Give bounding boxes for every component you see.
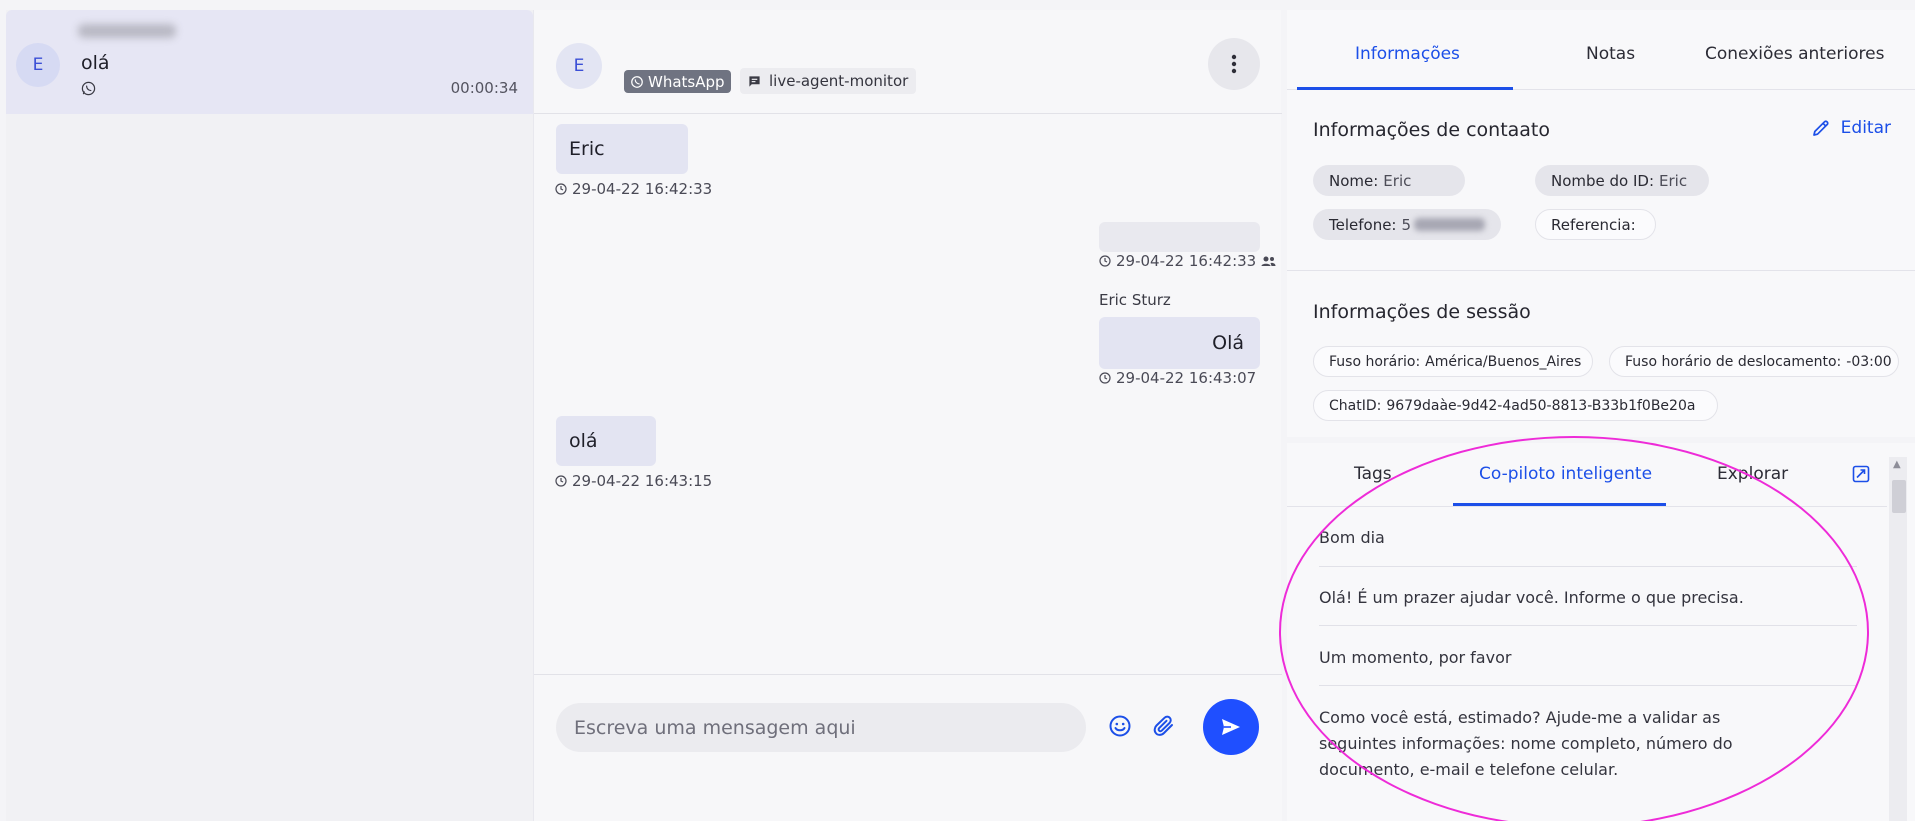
whatsapp-icon: [81, 81, 96, 96]
message-bubble-outgoing: [1099, 222, 1260, 252]
scrollbar-thumb[interactable]: [1892, 480, 1906, 513]
tab-informacoes[interactable]: Informações: [1355, 44, 1460, 64]
conversation-item[interactable]: E olá 00:00:34: [6, 10, 533, 114]
avatar: E: [556, 43, 602, 89]
field-key: Telefone:: [1329, 215, 1397, 234]
session-field-chatid: ChatID: 9679daàe-9d42-4ad50-8813-B33b1f0…: [1313, 390, 1718, 421]
clock-icon: [1099, 372, 1111, 384]
attach-button[interactable]: [1150, 712, 1178, 740]
message-timestamp: 29-04-22 16:42:33: [1116, 252, 1257, 270]
agent-label: live-agent-monitor: [769, 72, 909, 90]
field-value: 9679daàe-9d42-4ad50-8813-B33b1f0Be20a: [1386, 397, 1696, 414]
field-value: América/Buenos_Aires: [1425, 353, 1582, 370]
send-icon: [1222, 719, 1240, 735]
suggestion-divider: [1319, 566, 1857, 567]
avatar: E: [16, 43, 60, 87]
message-text: olá: [569, 430, 598, 452]
message-input[interactable]: [556, 703, 1086, 752]
contact-field-referencia: Referencia:: [1535, 209, 1656, 240]
tab-explorar[interactable]: Explorar: [1717, 464, 1788, 484]
contact-info-title: Informações de contaato: [1313, 119, 1550, 141]
message-timestamp: 29-04-22 16:42:33: [572, 180, 713, 198]
blurred-phone: [1414, 218, 1485, 231]
blurred-contact-name: [78, 24, 176, 38]
message-square-icon: [749, 75, 760, 87]
clock-icon: [555, 183, 567, 195]
agent-badge: live-agent-monitor: [740, 68, 917, 94]
edit-button[interactable]: Editar: [1811, 118, 1891, 138]
tab-conexoes-anteriores[interactable]: Conexiões anteriores: [1705, 44, 1884, 64]
message-bubble-incoming: olá: [556, 416, 656, 466]
contact-field-nome: Nome: Eric: [1313, 165, 1465, 196]
message-meta: 29-04-22 16:43:15: [555, 472, 712, 490]
session-field-offset: Fuso horário de deslocamento: -03:00: [1609, 346, 1899, 377]
field-value: 5: [1401, 215, 1412, 234]
copilot-suggestion[interactable]: Como você está, estimado? Ajude-me a val…: [1319, 705, 1759, 783]
details-tabs: Informações Notas Conexiões anteriores: [1287, 10, 1915, 90]
section-divider: [1287, 270, 1915, 271]
copilot-suggestion[interactable]: Bom dia: [1319, 525, 1849, 551]
active-tab-indicator: [1297, 87, 1513, 90]
channel-badge: WhatsApp: [624, 70, 731, 93]
suggestion-divider: [1319, 625, 1857, 626]
message-meta: 29-04-22 16:43:07: [1099, 369, 1256, 387]
contact-field-telefone: Telefone: 5: [1313, 209, 1501, 240]
message-composer: [534, 674, 1282, 821]
channel-label: WhatsApp: [648, 72, 725, 91]
conversation-list: E olá 00:00:34: [6, 10, 533, 821]
details-panel: Informações Notas Conexiões anteriores I…: [1287, 10, 1915, 821]
more-vertical-icon: [1231, 54, 1237, 74]
field-key: Fuso horário:: [1329, 353, 1421, 370]
expand-chart-icon[interactable]: [1852, 465, 1870, 483]
copilot-suggestion[interactable]: Olá! É um prazer ajudar você. Informe o …: [1319, 585, 1849, 611]
send-button[interactable]: [1203, 699, 1259, 755]
field-key: Nome:: [1329, 171, 1379, 190]
emoji-button[interactable]: [1106, 712, 1134, 740]
edit-label: Editar: [1840, 118, 1891, 138]
message-meta: 29-04-22 16:42:33: [1099, 252, 1276, 270]
conversation-preview: olá: [81, 52, 110, 74]
field-key: Referencia:: [1551, 215, 1636, 234]
chat-menu-button[interactable]: [1208, 38, 1260, 90]
smile-icon: [1109, 715, 1131, 737]
message-text: Olá: [1212, 332, 1244, 354]
session-info-title: Informações de sessão: [1313, 301, 1531, 323]
message-timestamp: 29-04-22 16:43:15: [572, 472, 713, 490]
field-value: Eric: [1659, 171, 1688, 190]
clock-icon: [1099, 255, 1111, 267]
paperclip-icon: [1153, 715, 1173, 736]
message-timestamp: 29-04-22 16:43:07: [1116, 369, 1257, 387]
tab-notas[interactable]: Notas: [1586, 44, 1635, 64]
scroll-up-arrow[interactable]: ▲: [1893, 459, 1901, 470]
suggestion-divider: [1319, 685, 1857, 686]
app: E olá 00:00:34 E WhatsApp live-agent-mon…: [0, 0, 1915, 821]
chat-header: E WhatsApp live-agent-monitor: [534, 10, 1282, 114]
chat-panel: E WhatsApp live-agent-monitor Eric 29-04…: [533, 10, 1282, 821]
tab-tags[interactable]: Tags: [1354, 464, 1392, 484]
pencil-icon: [1812, 120, 1829, 136]
contact-field-id: Nombe do ID: Eric: [1535, 165, 1709, 196]
tabs-divider: [1287, 506, 1887, 507]
session-field-timezone: Fuso horário: América/Buenos_Aires: [1313, 346, 1593, 377]
users-icon: [1261, 256, 1276, 266]
message-meta: 29-04-22 16:42:33: [555, 180, 712, 198]
copilot-card: Tags Co-piloto inteligente Explorar Bom …: [1287, 443, 1915, 821]
field-value: -03:00: [1846, 353, 1892, 370]
field-key: Fuso horário de deslocamento:: [1625, 353, 1842, 370]
message-sender: Eric Sturz: [1099, 291, 1171, 309]
field-key: Nombe do ID:: [1551, 171, 1655, 190]
copilot-suggestion[interactable]: Um momento, por favor: [1319, 645, 1849, 671]
field-key: ChatID:: [1329, 397, 1382, 414]
message-bubble-incoming: Eric: [556, 124, 688, 174]
info-card: Informações Notas Conexiões anteriores I…: [1287, 10, 1915, 437]
clock-icon: [555, 475, 567, 487]
whatsapp-icon: [631, 75, 643, 88]
message-bubble-outgoing: Olá: [1099, 317, 1260, 369]
field-value: Eric: [1383, 171, 1412, 190]
tab-copiloto-inteligente[interactable]: Co-piloto inteligente: [1479, 464, 1652, 484]
message-text: Eric: [569, 138, 605, 160]
conversation-duration: 00:00:34: [450, 79, 518, 97]
